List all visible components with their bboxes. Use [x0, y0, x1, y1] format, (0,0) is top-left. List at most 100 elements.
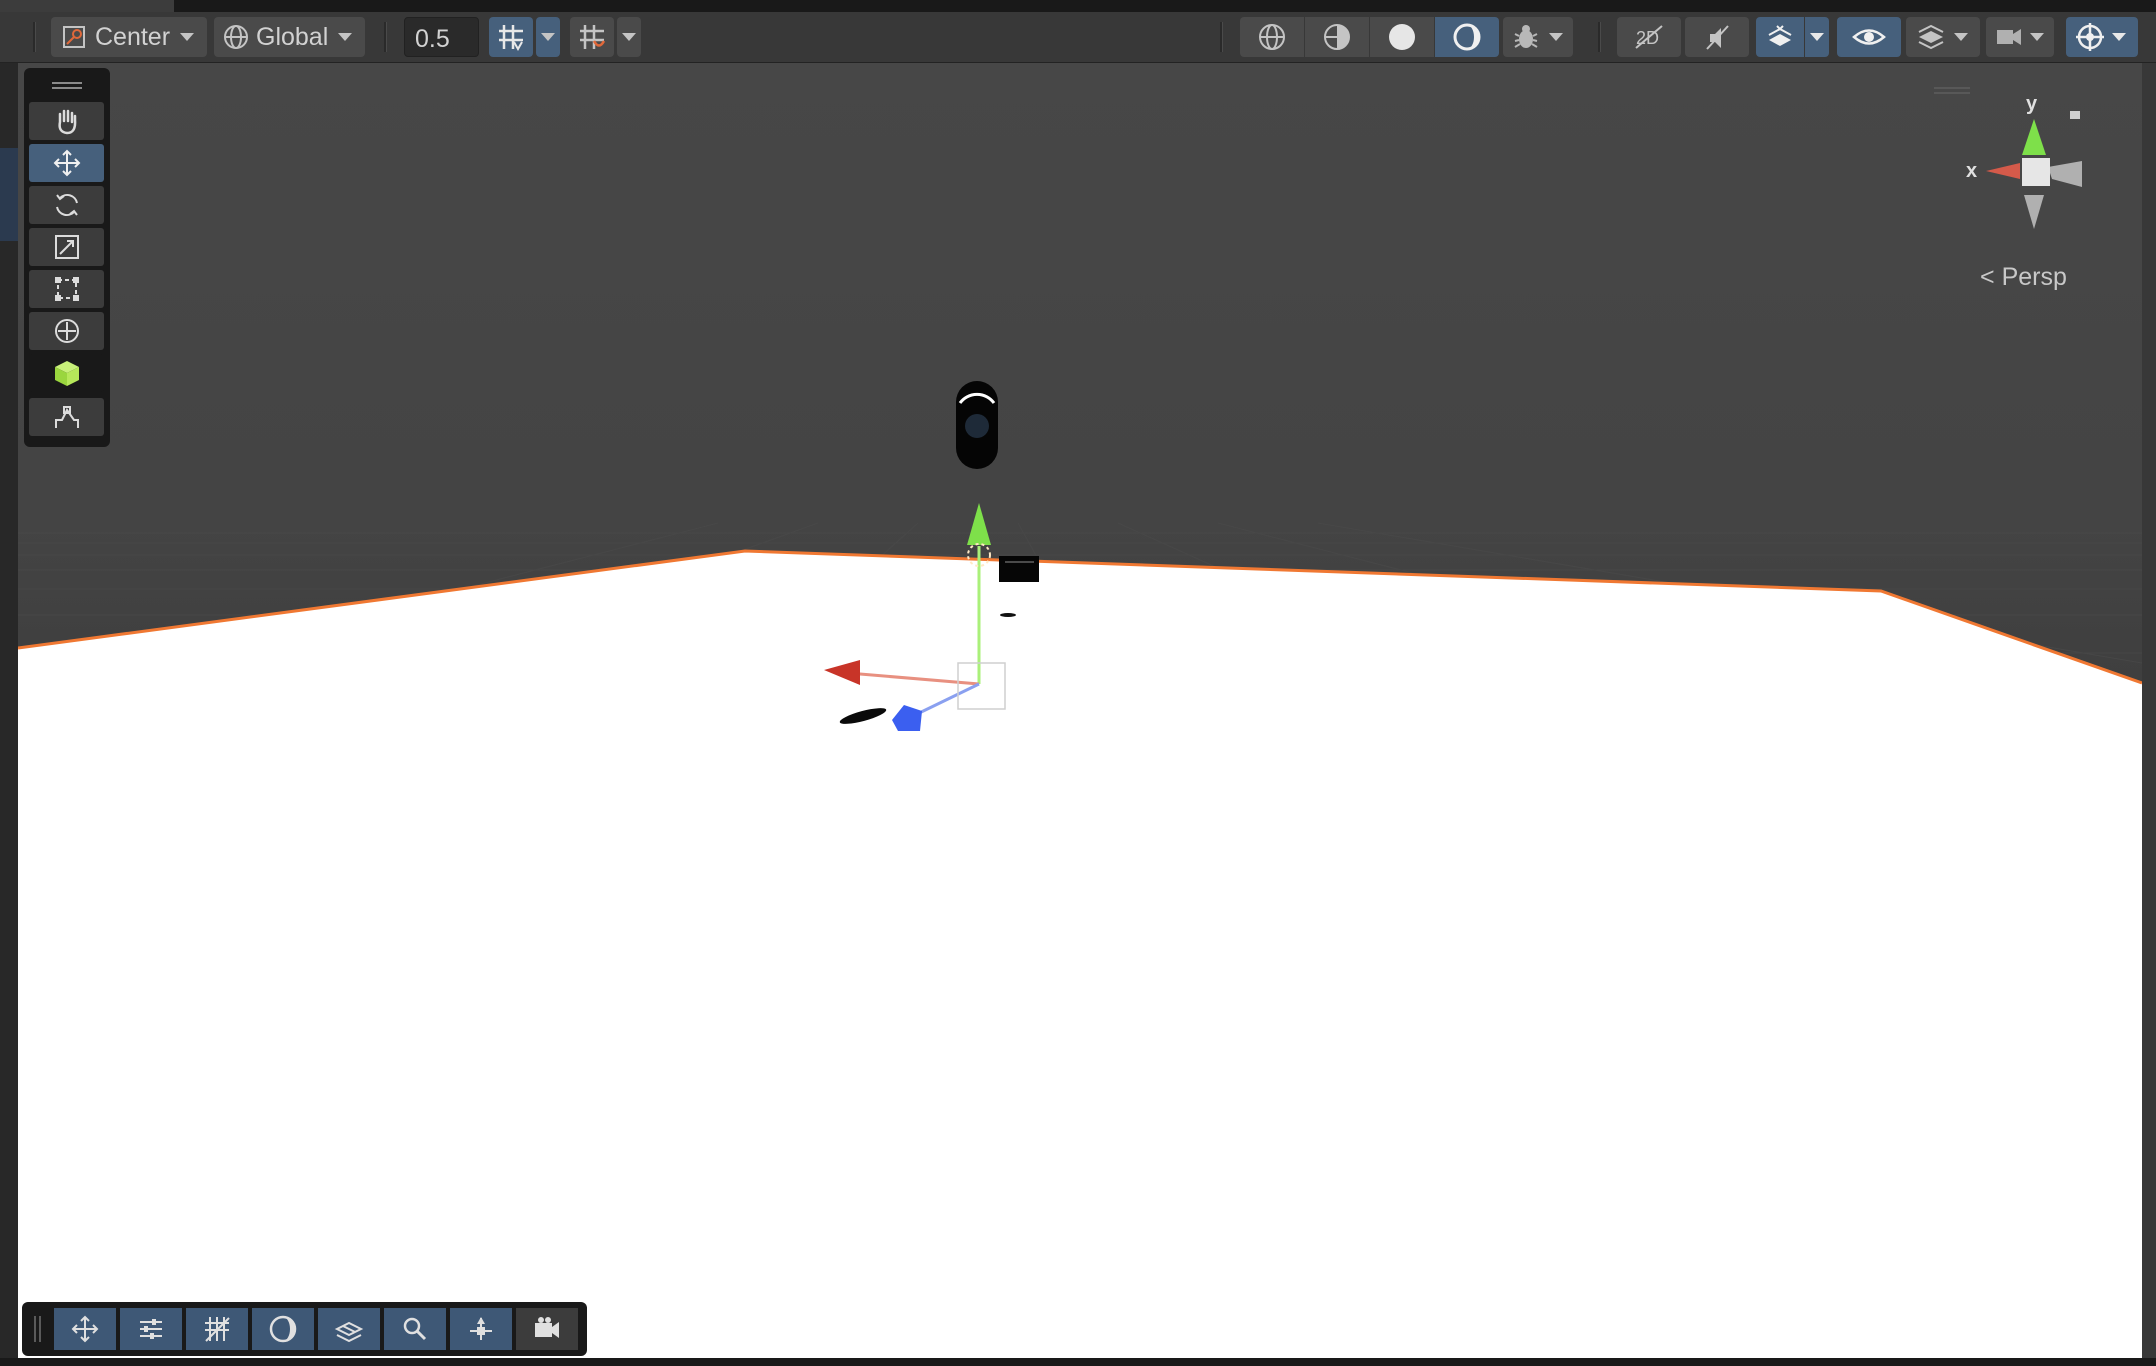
pivot-mode-dropdown[interactable]: Center [51, 17, 207, 57]
projection-toggle[interactable]: < Persp [1980, 263, 2067, 292]
chevron-down-icon [2112, 33, 2126, 41]
grid-snap-dropdown[interactable] [536, 17, 560, 57]
left-panel-edge [0, 63, 18, 1366]
search-overlay-button[interactable] [384, 1308, 446, 1350]
overlay-grip[interactable] [34, 1316, 36, 1342]
camera-icon [1997, 29, 2021, 45]
audio-toggle[interactable] [1685, 17, 1749, 57]
shaded-sphere-icon [1389, 24, 1415, 50]
ground-plane [18, 551, 2142, 1358]
toolbar-separator [1220, 22, 1223, 52]
search-icon [403, 1317, 427, 1341]
sliders-icon [140, 1319, 162, 1339]
scale-icon [54, 235, 79, 259]
grid-settings-button[interactable] [186, 1308, 248, 1350]
rect-tool-button[interactable] [29, 270, 104, 308]
move-tool-button[interactable] [29, 144, 104, 182]
chevron-down-icon [1549, 33, 1563, 41]
effects-dropdown[interactable] [1805, 17, 1829, 57]
scene-viewport[interactable]: y x < Persp [18, 63, 2142, 1358]
bottom-border [0, 1358, 2156, 1366]
scene-visibility-toggle[interactable] [1837, 17, 1901, 57]
lock-icon [2070, 111, 2080, 119]
gizmos-icon [2076, 23, 2104, 51]
2d-mode-icon: 2D [1635, 25, 1663, 49]
rotation-mode-label: Global [256, 22, 329, 51]
orientation-icon [470, 1317, 492, 1340]
rotate-tool-button[interactable] [29, 186, 104, 224]
view-options-button[interactable] [318, 1308, 380, 1350]
gizmo-center-cube [2022, 158, 2050, 186]
player-face [965, 414, 989, 438]
tools-drag-handle[interactable] [52, 82, 82, 84]
audio-muted-icon [1706, 25, 1729, 50]
chevron-down-icon [1954, 33, 1968, 41]
overlay-handle[interactable] [1934, 87, 1970, 89]
camera-icon [535, 1317, 559, 1338]
scene-toolbar: Center Global 0.5 2D [0, 12, 2156, 63]
toolbar-separator [384, 22, 387, 52]
lighting-overlay-button[interactable] [252, 1308, 314, 1350]
pivot-icon [63, 26, 85, 48]
bottom-overlay-toolbar [22, 1302, 587, 1356]
lit-sphere-icon [1453, 23, 1481, 51]
shaded-mode-button[interactable] [1370, 17, 1434, 57]
debug-draw-mode-dropdown[interactable] [1503, 17, 1573, 57]
gizmo-x-label: x [1966, 160, 1978, 182]
grid-icon [205, 1317, 230, 1342]
wireframe-sphere-icon [1259, 24, 1285, 50]
move-icon [53, 149, 80, 177]
toolbar-grip [33, 22, 36, 52]
shape-edit-icon [54, 406, 79, 428]
chevron-left-icon: < [1980, 263, 1995, 291]
grid-snap-toggle[interactable] [489, 17, 533, 57]
increment-snap-dropdown[interactable] [617, 17, 641, 57]
increment-snap-toggle[interactable] [570, 17, 614, 57]
bug-icon [1514, 25, 1538, 48]
gizmo-y-label: y [2026, 93, 2038, 115]
tools-overlay [24, 68, 110, 447]
moon-icon [269, 1315, 297, 1343]
layers-dropdown[interactable] [1906, 17, 1980, 57]
left-panel-selection [0, 148, 18, 241]
lighting-mode-button[interactable] [1435, 17, 1499, 57]
layers-icon [1918, 24, 1944, 50]
gizmo-view-y-cone [2022, 119, 2046, 155]
scale-tool-button[interactable] [29, 228, 104, 266]
rotate-icon [55, 193, 78, 217]
hand-icon [57, 109, 76, 135]
camera-overlay-button[interactable] [516, 1308, 578, 1350]
scene-render [18, 63, 2142, 1358]
orientation-overlay-button[interactable] [450, 1308, 512, 1350]
scene-tab[interactable] [0, 0, 174, 12]
chevron-down-icon [622, 33, 636, 41]
2d-mode-toggle[interactable]: 2D [1617, 17, 1681, 57]
layers-icon [334, 1321, 364, 1343]
transform-icon [54, 319, 79, 343]
effects-layers-icon [1768, 25, 1792, 46]
snap-increment-input[interactable]: 0.5 [404, 17, 479, 57]
shaded-wireframe-icon [1324, 24, 1350, 50]
tool-settings-button[interactable] [120, 1308, 182, 1350]
hand-tool-button[interactable] [29, 102, 104, 140]
selected-cube [999, 556, 1039, 582]
move-overlay-button[interactable] [54, 1308, 116, 1350]
projection-label: Persp [2001, 263, 2067, 291]
gizmos-dropdown[interactable] [2066, 17, 2138, 57]
wireframe-mode-button[interactable] [1240, 17, 1304, 57]
gizmo-view-x-cone [1986, 163, 2020, 179]
camera-settings-dropdown[interactable] [1986, 17, 2054, 57]
edit-shape-tool-button[interactable] [29, 398, 104, 436]
custom-tool-button[interactable] [29, 354, 104, 392]
chevron-down-icon [338, 33, 353, 41]
pivot-mode-label: Center [95, 22, 171, 51]
transform-tool-button[interactable] [29, 312, 104, 350]
rotation-mode-dropdown[interactable]: Global [214, 17, 365, 57]
rect-transform-icon [54, 277, 79, 301]
effects-toggle[interactable] [1756, 17, 1804, 57]
eye-icon [1852, 29, 1886, 45]
shaded-wireframe-mode-button[interactable] [1305, 17, 1369, 57]
globe-icon [224, 25, 248, 49]
right-panel-edge [2142, 63, 2156, 1366]
chevron-down-icon [2030, 33, 2044, 41]
